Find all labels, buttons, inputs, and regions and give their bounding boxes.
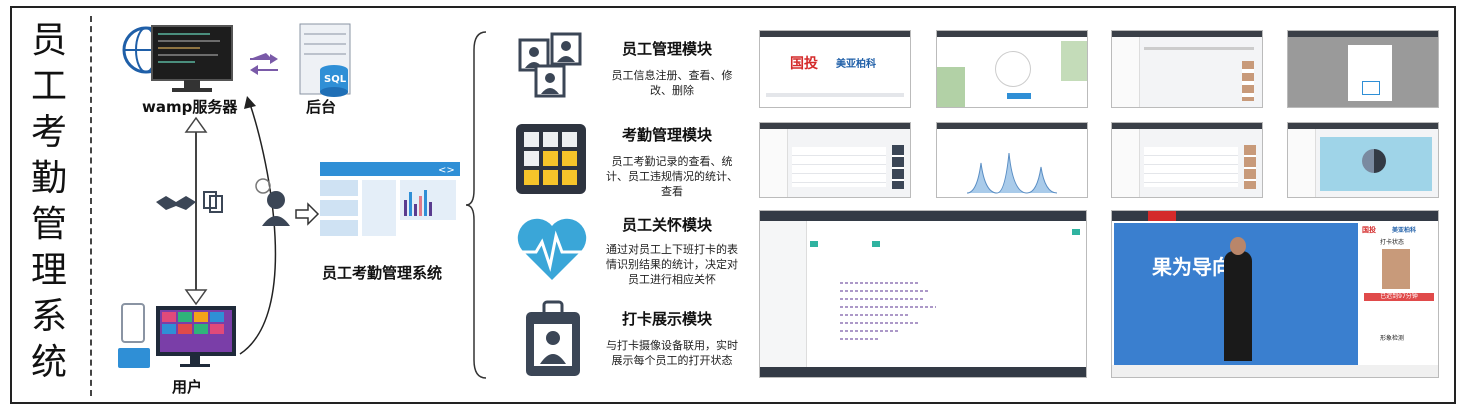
divider-line bbox=[90, 16, 92, 396]
title-char: 员 bbox=[30, 20, 67, 61]
system-label: 员工考勤管理系统 bbox=[322, 264, 443, 282]
module-title: 考勤管理模块 bbox=[622, 126, 713, 144]
id-badge-icon bbox=[526, 300, 580, 376]
module-desc: 员工考勤记录的查看、统 计、员工违规情况的统计、 查看 bbox=[600, 154, 744, 199]
logo-text: 美亚柏科 bbox=[836, 59, 876, 70]
module-desc-line: 员工进行相应关怀 bbox=[628, 273, 716, 286]
svg-text:<>: <> bbox=[438, 165, 455, 176]
double-arrow bbox=[184, 116, 208, 306]
module-desc-line: 情识别结果的统计，决定对 bbox=[606, 258, 738, 271]
module-title: 打卡展示模块 bbox=[622, 310, 713, 328]
module-desc: 通过对员工上下班打卡的表 情识别结果的统计，决定对 员工进行相应关怀 bbox=[598, 242, 746, 287]
title-char: 工 bbox=[30, 66, 67, 107]
module-desc: 员工信息注册、查看、修 改、删除 bbox=[604, 68, 740, 98]
title-char: 考 bbox=[30, 112, 67, 153]
module-desc-line: 展示每个员工的打开状态 bbox=[611, 354, 733, 367]
backend-label: 后台 bbox=[306, 98, 337, 116]
screenshot-violation-table bbox=[1111, 122, 1263, 198]
logo-text: 国投 bbox=[1362, 226, 1376, 234]
screenshot-attendance-table bbox=[759, 122, 911, 198]
curve-arrow bbox=[239, 103, 277, 355]
system-dashboard-icon: <> bbox=[320, 162, 460, 236]
module-desc-line: 查看 bbox=[661, 185, 683, 198]
screenshot-emotion-chart bbox=[936, 122, 1088, 198]
module-desc-line: 员工考勤记录的查看、统 bbox=[611, 155, 733, 168]
status-badge: 已迟到97分钟 bbox=[1364, 293, 1434, 301]
database-icon bbox=[299, 23, 351, 97]
heart-pulse-icon bbox=[517, 218, 587, 280]
server-label: wamp服务器 bbox=[142, 98, 238, 116]
screenshot-care-dashboard bbox=[759, 210, 1087, 378]
screenshot-checkin-display: 果为导向 国投 美亚柏科 打卡状态 已迟到97分钟 形象检测 bbox=[1111, 210, 1439, 378]
brace bbox=[466, 31, 487, 379]
user-devices-icon bbox=[118, 303, 236, 368]
screenshot-login-form bbox=[936, 30, 1088, 108]
vertical-title: 员 工 考 勤 管 理 系 统 bbox=[24, 18, 74, 386]
detect-title: 形象检测 bbox=[1380, 335, 1405, 342]
screenshot-login: 国投 美亚柏科 bbox=[759, 30, 911, 108]
sync-arrows-icon bbox=[250, 53, 278, 75]
module-desc-line: 改、删除 bbox=[650, 84, 694, 97]
module-desc: 与打卡摄像设备联用，实时 展示每个员工的打开状态 bbox=[598, 338, 746, 368]
module-desc-line: 与打卡摄像设备联用，实时 bbox=[606, 339, 738, 352]
title-char: 理 bbox=[30, 250, 67, 291]
server-icon bbox=[122, 25, 233, 92]
architecture-graphics: <> bbox=[118, 23, 460, 368]
module-desc-line: 计、员工违规情况的统计、 bbox=[606, 170, 738, 183]
sql-label: SQL bbox=[324, 74, 347, 85]
banner-text: 果为导向 bbox=[1152, 255, 1232, 279]
user-fingerprint-icon bbox=[255, 178, 320, 226]
title-char: 统 bbox=[30, 342, 67, 383]
module-desc-line: 员工信息注册、查看、修 bbox=[611, 69, 733, 82]
employee-cards-icon bbox=[518, 32, 582, 98]
module-title: 员工关怀模块 bbox=[622, 216, 713, 234]
handshake-icon bbox=[156, 196, 196, 210]
title-char: 勤 bbox=[30, 158, 67, 199]
screenshot-employee-list bbox=[1111, 30, 1263, 108]
attendance-grid-icon bbox=[516, 124, 586, 194]
logo-text: 美亚柏科 bbox=[1392, 227, 1417, 234]
screenshot-employee-dialog bbox=[1287, 30, 1439, 108]
title-char: 管 bbox=[30, 204, 67, 245]
panel-title: 打卡状态 bbox=[1380, 239, 1405, 246]
document-icon bbox=[203, 191, 223, 213]
title-char: 系 bbox=[30, 296, 67, 337]
logo-text: 国投 bbox=[790, 56, 818, 72]
module-desc-line: 通过对员工上下班打卡的表 bbox=[606, 243, 738, 256]
user-label: 用户 bbox=[172, 378, 203, 396]
module-title: 员工管理模块 bbox=[622, 40, 713, 58]
screenshot-pie-chart bbox=[1287, 122, 1439, 198]
